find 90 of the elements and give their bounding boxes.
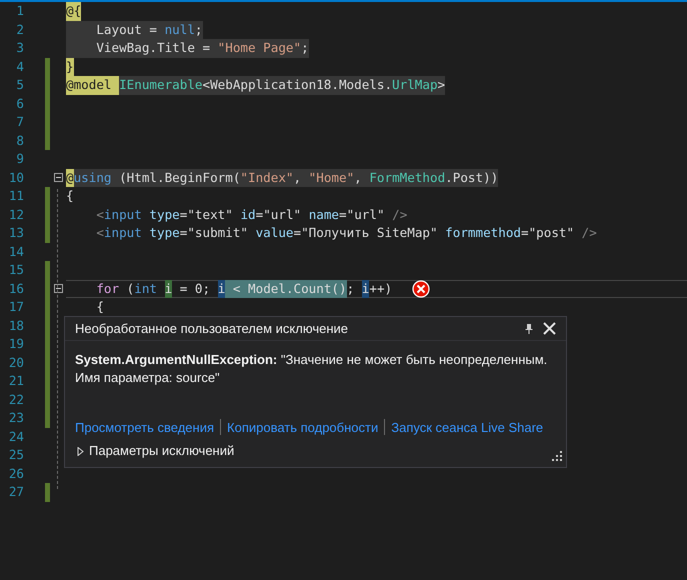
line-number: 13 (8, 224, 24, 242)
line-number: 27 (8, 483, 24, 501)
code-text: < (95, 206, 104, 224)
code-text: ViewBag.Title = (66, 39, 218, 58)
code-text: "Index" (240, 168, 294, 187)
code-text: (Html.BeginForm( (112, 168, 240, 187)
line-number: 16 (8, 280, 24, 298)
line-number: 7 (15, 113, 24, 131)
code-text: , (354, 168, 370, 187)
line-number: 2 (15, 20, 24, 38)
line-number: 24 (8, 428, 24, 446)
line-number: 17 (8, 298, 24, 316)
line-number: 11 (8, 187, 24, 205)
code-text: i (164, 280, 172, 298)
pin-icon[interactable] (525, 322, 533, 334)
code-text: } (66, 58, 74, 76)
code-text: name (308, 206, 340, 224)
popup-link[interactable]: Копировать подробности (227, 418, 378, 437)
line-number: 4 (15, 58, 24, 76)
line-number: 15 (8, 261, 24, 279)
line-number: 20 (8, 354, 24, 372)
line-number: 18 (8, 316, 24, 334)
code-text: @model (66, 76, 120, 94)
code-text: = 0; (178, 280, 212, 298)
code-text: ="post" (521, 224, 576, 242)
line-number: 9 (15, 150, 24, 168)
code-text: FormMethod (369, 168, 446, 187)
code-text: ++) (369, 280, 392, 298)
code-text: UrlMap (392, 76, 438, 94)
code-text: .Post)) (445, 168, 498, 187)
code-text: "Home" (308, 168, 354, 187)
code-text: /> (392, 206, 408, 224)
line-number: 19 (8, 335, 24, 353)
code-text: ="url" (339, 206, 386, 224)
close-icon[interactable] (543, 322, 556, 335)
code-text: { (66, 187, 74, 205)
error-icon[interactable] (412, 280, 430, 298)
code-text: ="text" (180, 206, 234, 224)
line-number: 6 (15, 94, 24, 112)
code-text: @ (66, 168, 74, 187)
code-text: for (95, 280, 120, 298)
code-text: using (74, 168, 112, 187)
code-text: <WebApplication18.Models. (202, 76, 392, 94)
exception-message: System.ArgumentNullException: "Значение не может быть неопределенным. Имя параметра: source" (74, 351, 548, 387)
line-number: 12 (8, 206, 24, 224)
code-text: input (104, 224, 143, 242)
code-text: Layout = (66, 20, 165, 39)
popup-link[interactable]: Просмотреть сведения (75, 418, 214, 437)
collapse-icon[interactable] (54, 284, 62, 294)
resize-grip-icon[interactable] (552, 451, 562, 461)
line-number: 23 (8, 409, 24, 427)
code-text: int (134, 280, 158, 298)
code-text: @{ (66, 2, 82, 20)
line-number: 3 (15, 39, 24, 57)
code-text: value (256, 224, 294, 242)
line-number: 14 (8, 242, 24, 260)
settings-expander[interactable]: Параметры исключений (77, 441, 234, 461)
code-text: IEnumerable (119, 76, 202, 94)
code-text: ; (301, 39, 309, 58)
line-number: 22 (8, 390, 24, 408)
code-text: < (95, 224, 104, 242)
code-text: id (240, 206, 256, 224)
code-text: i (218, 280, 226, 298)
code-text: ="url" (256, 206, 302, 224)
line-number: 1 (15, 2, 24, 20)
collapse-icon[interactable] (54, 173, 62, 182)
popup-title: Необработанное пользователем исключение (75, 320, 349, 338)
code-text: type (149, 224, 180, 242)
code-text: null (164, 20, 195, 39)
code-text: { (95, 298, 104, 316)
code-text: formmethod (445, 224, 521, 242)
line-number: 5 (15, 76, 24, 94)
code-text: "Home Page" (218, 39, 302, 58)
code-text: i (362, 280, 370, 298)
line-number: 25 (8, 446, 24, 464)
popup-link[interactable]: Запуск сеанса Live Share (391, 418, 544, 437)
line-number: 8 (15, 132, 24, 150)
code-text: < Model.Count() (225, 280, 347, 298)
code-text: , (294, 168, 309, 187)
line-number: 21 (8, 372, 24, 390)
code-text: ( (126, 280, 134, 298)
line-number: 10 (8, 168, 24, 186)
code-text: /> (582, 224, 597, 242)
line-number: 26 (8, 464, 24, 482)
code-text: ; (346, 280, 356, 298)
expand-triangle-icon (77, 446, 84, 456)
code-text: ="submit" (180, 224, 250, 242)
code-text: ="Получить SiteMap" (294, 224, 439, 242)
code-text: type (149, 206, 180, 224)
code-text: input (104, 206, 143, 224)
